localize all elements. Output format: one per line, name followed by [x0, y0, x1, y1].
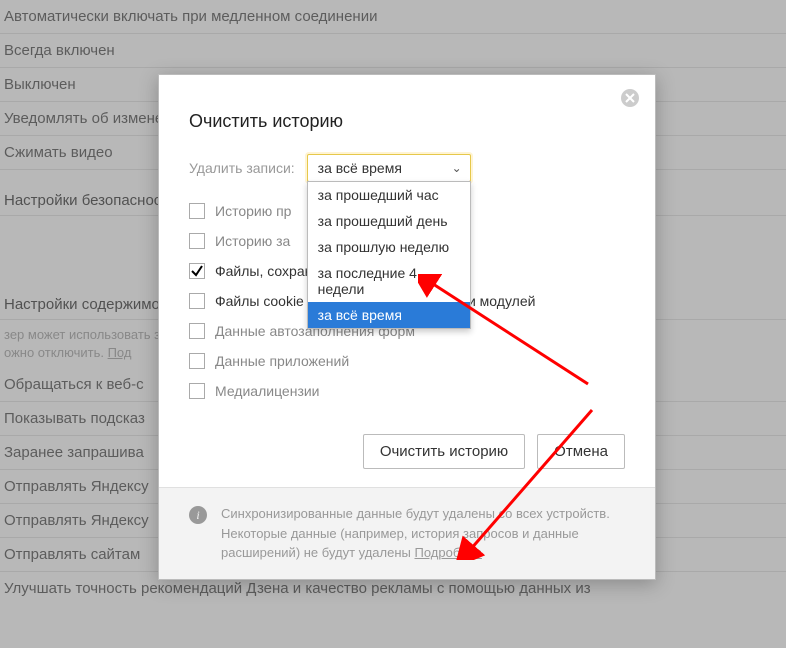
checkbox-row[interactable]: Медиалицензии	[189, 376, 625, 406]
close-icon[interactable]	[620, 88, 640, 108]
info-icon: i	[189, 506, 207, 524]
time-range-select[interactable]: за всё время ⌄	[307, 154, 471, 182]
chevron-down-icon: ⌄	[452, 161, 462, 175]
checkbox-row[interactable]: Данные приложений	[189, 346, 625, 376]
checkbox-icon	[189, 233, 205, 249]
dropdown-option[interactable]: за прошедший день	[308, 208, 470, 234]
checkbox-label: Медиалицензии	[215, 383, 320, 399]
time-range-dropdown: за прошедший час за прошедший день за пр…	[307, 181, 471, 329]
dropdown-option[interactable]: за прошлую неделю	[308, 234, 470, 260]
checkbox-icon	[189, 293, 205, 309]
clear-history-button[interactable]: Очистить историю	[363, 434, 525, 469]
dropdown-option[interactable]: за всё время	[308, 302, 470, 328]
checkbox-icon	[189, 203, 205, 219]
checkbox-label: Историю за	[215, 233, 290, 249]
clear-history-dialog: Очистить историю Удалить записи: за всё …	[158, 74, 656, 580]
delete-range-label: Удалить записи:	[189, 160, 295, 176]
checkbox-icon	[189, 323, 205, 339]
checkbox-label: Историю пр	[215, 203, 291, 219]
footer-learn-more-link[interactable]: Подробнее	[415, 545, 482, 560]
cancel-button[interactable]: Отмена	[537, 434, 625, 469]
time-range-value: за всё время	[318, 160, 402, 176]
dropdown-option[interactable]: за прошедший час	[308, 182, 470, 208]
footer-text: Синхронизированные данные будут удалены …	[221, 504, 625, 563]
checkbox-icon	[189, 353, 205, 369]
checkbox-icon	[189, 383, 205, 399]
checkbox-label: Данные приложений	[215, 353, 349, 369]
dropdown-option[interactable]: за последние 4 недели	[308, 260, 470, 302]
checkbox-icon	[189, 263, 205, 279]
dialog-footer: i Синхронизированные данные будут удален…	[159, 487, 655, 579]
dialog-title: Очистить историю	[189, 111, 625, 132]
